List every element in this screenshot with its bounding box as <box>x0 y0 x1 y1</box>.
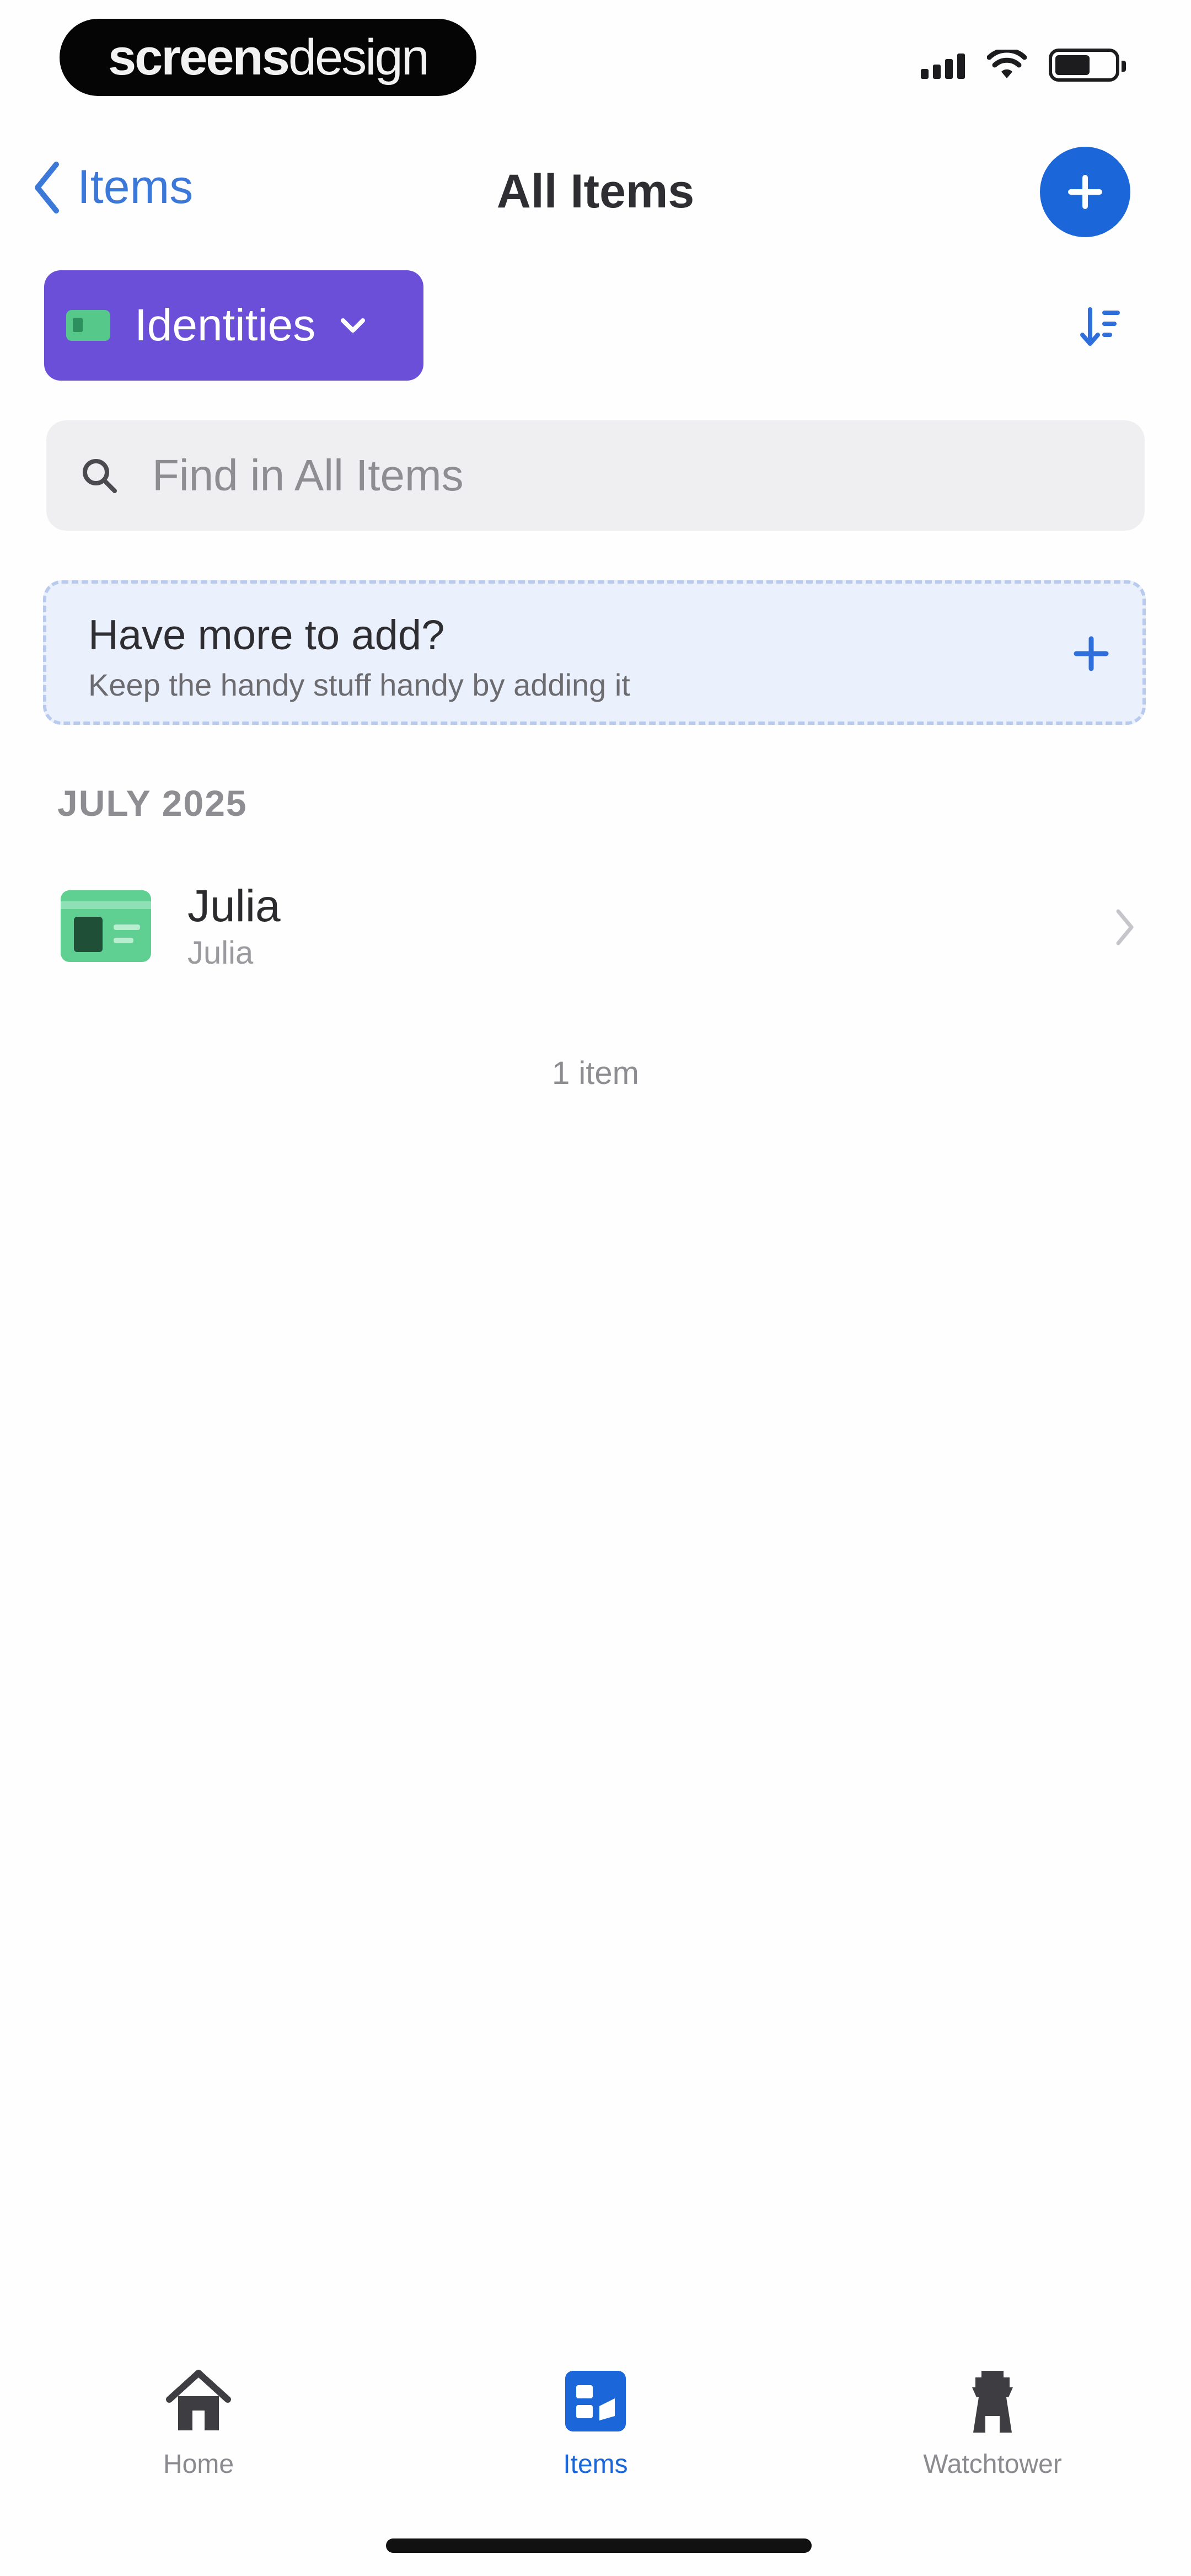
category-filter-dropdown[interactable]: Identities <box>44 270 423 381</box>
plus-icon <box>1068 175 1102 209</box>
status-bar: screensdesign <box>0 0 1191 116</box>
items-icon <box>565 2371 626 2431</box>
tab-bar: Home Items Watchtower <box>0 2350 1191 2482</box>
brand-text-bold: screens <box>108 29 290 85</box>
wifi-icon <box>987 50 1027 78</box>
identity-card-icon <box>61 890 151 962</box>
tab-home[interactable]: Home <box>99 2365 298 2479</box>
item-count: 1 item <box>552 1055 639 1091</box>
list-item[interactable]: Julia Julia <box>0 861 1191 993</box>
item-title: Julia <box>187 881 281 931</box>
identity-card-icon <box>66 310 110 341</box>
chevron-right-icon <box>1116 909 1134 945</box>
brand-text-light: design <box>288 29 430 85</box>
page-title: All Items <box>496 165 695 218</box>
plus-icon[interactable] <box>1072 634 1110 673</box>
search-input[interactable] <box>152 450 1090 501</box>
sort-button[interactable] <box>1075 302 1125 352</box>
promo-title: Have more to add? <box>88 612 445 659</box>
status-icons <box>921 49 1126 82</box>
add-more-card[interactable]: Have more to add? Keep the handy stuff h… <box>43 580 1146 725</box>
add-item-button[interactable] <box>1040 147 1130 237</box>
tab-home-label: Home <box>163 2450 234 2479</box>
home-icon <box>166 2370 231 2430</box>
promo-subtitle: Keep the handy stuff handy by adding it <box>88 667 630 702</box>
filter-label: Identities <box>135 300 316 350</box>
watchtower-icon <box>972 2371 1013 2433</box>
chevron-down-icon <box>341 318 366 333</box>
tab-items-label: Items <box>563 2450 628 2479</box>
brand-logo: screensdesign <box>60 19 476 96</box>
cellular-signal-icon <box>921 51 965 79</box>
sort-icon <box>1080 307 1120 346</box>
tab-watchtower-label: Watchtower <box>923 2450 1062 2479</box>
section-header: JULY 2025 <box>57 783 248 824</box>
search-icon <box>83 459 117 493</box>
search-bar[interactable] <box>46 420 1145 531</box>
battery-icon <box>1049 49 1126 82</box>
tab-watchtower[interactable]: Watchtower <box>893 2365 1092 2479</box>
brand-text: screensdesign <box>108 29 430 87</box>
tab-items[interactable]: Items <box>496 2365 695 2479</box>
item-subtitle: Julia <box>187 935 254 971</box>
home-indicator <box>386 2538 812 2553</box>
